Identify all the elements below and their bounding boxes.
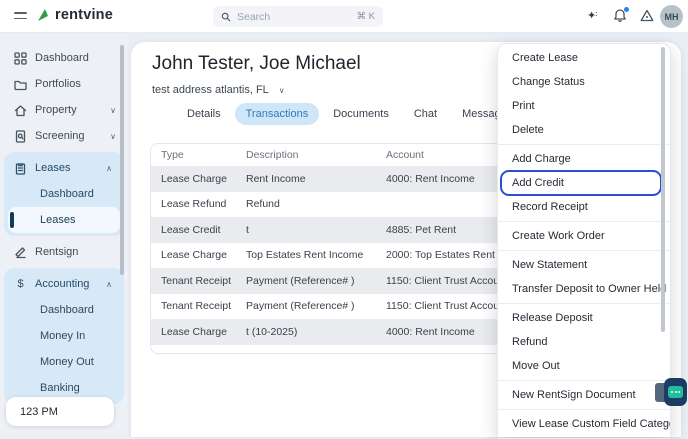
search-shortcut: ⌘ K: [357, 11, 375, 22]
sidebar-item-leases[interactable]: Leases ∧: [4, 155, 124, 181]
menu-section: New RentSign Document: [498, 381, 670, 410]
sidebar-subitem-money-out[interactable]: Money Out: [4, 349, 124, 375]
menu-item-new-rentsign-document[interactable]: New RentSign Document: [498, 383, 670, 407]
chevron-up-icon: ∧: [106, 280, 112, 289]
chat-bubble-icon: [668, 386, 683, 398]
alert-triangle-icon[interactable]: [640, 9, 654, 22]
tab-transactions[interactable]: Transactions: [235, 103, 320, 125]
col-description: Description: [237, 149, 377, 161]
sidebar-item-dashboard[interactable]: Dashboard: [0, 45, 128, 71]
home-icon: [14, 104, 27, 117]
clock-widget: 123 PM: [6, 397, 114, 426]
screening-doc-icon: [14, 130, 27, 143]
user-avatar[interactable]: MH: [660, 5, 683, 28]
notifications-bell-icon[interactable]: [613, 8, 627, 23]
folder-icon: [14, 78, 27, 91]
brand-name: rentvine: [55, 7, 113, 23]
sidebar-item-screening[interactable]: Screening ∨: [0, 123, 128, 149]
menu-item-change-status[interactable]: Change Status: [498, 70, 670, 94]
address-text: test address atlantis, FL: [152, 84, 269, 96]
sidebar-nav: Dashboard Portfolios Property ∨ Screenin…: [0, 33, 128, 437]
sidebar-item-rentsign[interactable]: Rentsign: [0, 239, 128, 265]
chevron-down-icon: ∨: [110, 132, 116, 141]
lease-actions-menu: Create Lease Change Status Print Delete …: [497, 43, 671, 437]
global-search[interactable]: ⌘ K: [213, 6, 383, 27]
col-type: Type: [151, 149, 237, 161]
rentvine-leaf-icon: [36, 7, 51, 23]
page-title: John Tester, Joe Michael: [152, 53, 361, 75]
sparkle-ai-icon[interactable]: ✦∶: [587, 9, 596, 22]
sidebar-item-accounting[interactable]: $ Accounting ∧: [4, 271, 124, 297]
dashboard-grid-icon: [14, 52, 27, 65]
menu-item-view-lease-custom-field-categories[interactable]: View Lease Custom Field Categories: [498, 412, 670, 436]
sidebar-subitem-money-in[interactable]: Money In: [4, 323, 124, 349]
menu-item-move-out[interactable]: Move Out: [498, 354, 670, 378]
active-item-marker: [10, 212, 14, 228]
address-selector[interactable]: test address atlantis, FL ∨: [152, 84, 285, 96]
hamburger-menu-icon[interactable]: [14, 12, 27, 23]
tab-documents[interactable]: Documents: [322, 103, 400, 125]
top-header: rentvine ⌘ K ✦∶ MH: [0, 0, 688, 33]
tab-details[interactable]: Details: [176, 103, 232, 125]
notification-badge: [624, 7, 629, 12]
sidebar-group-leases: Leases ∧ Dashboard Leases: [4, 152, 124, 236]
menu-item-release-deposit[interactable]: Release Deposit: [498, 306, 670, 330]
dollar-icon: $: [14, 278, 27, 290]
sidebar-subitem-leases-leases[interactable]: Leases: [8, 207, 120, 233]
menu-item-add-credit[interactable]: Add Credit: [501, 171, 661, 195]
search-icon: [221, 12, 231, 22]
menu-scrollbar[interactable]: [661, 47, 665, 332]
menu-item-create-lease[interactable]: Create Lease: [498, 46, 670, 70]
search-input[interactable]: [237, 11, 351, 23]
menu-section: Release Deposit Refund Move Out: [498, 304, 670, 381]
rentsign-signature-icon: [14, 246, 27, 259]
menu-item-create-work-order[interactable]: Create Work Order: [498, 224, 670, 248]
chevron-down-icon: ∨: [279, 86, 285, 95]
menu-item-refund[interactable]: Refund: [498, 330, 670, 354]
menu-section: Add Charge Add Credit Record Receipt: [498, 145, 670, 222]
sidebar-subitem-leases-dashboard[interactable]: Dashboard: [4, 181, 124, 207]
sidebar-item-portfolios[interactable]: Portfolios: [0, 71, 128, 97]
menu-section: Create Lease Change Status Print Delete: [498, 44, 670, 145]
sidebar-scrollbar[interactable]: [120, 45, 124, 275]
sidebar-item-property[interactable]: Property ∨: [0, 97, 128, 123]
menu-item-record-receipt[interactable]: Record Receipt: [498, 195, 670, 219]
menu-item-print[interactable]: Print: [498, 94, 670, 118]
menu-item-delete[interactable]: Delete: [498, 118, 670, 142]
lease-clipboard-icon: [14, 162, 27, 175]
chat-launcher-button[interactable]: [664, 378, 687, 406]
menu-section: New Statement Transfer Deposit to Owner …: [498, 251, 670, 304]
menu-section: View Lease Custom Field Categories: [498, 410, 670, 439]
brand-logo[interactable]: rentvine: [36, 7, 113, 23]
menu-section: Create Work Order: [498, 222, 670, 251]
chevron-up-icon: ∧: [106, 164, 112, 173]
menu-item-new-statement[interactable]: New Statement: [498, 253, 670, 277]
chevron-down-icon: ∨: [110, 106, 116, 115]
sidebar-subitem-accounting-dashboard[interactable]: Dashboard: [4, 297, 124, 323]
tab-chat[interactable]: Chat: [403, 103, 448, 125]
sidebar-group-accounting: $ Accounting ∧ Dashboard Money In Money …: [4, 268, 124, 404]
menu-item-transfer-deposit[interactable]: Transfer Deposit to Owner Held: [498, 277, 670, 301]
menu-item-add-charge[interactable]: Add Charge: [498, 147, 670, 171]
